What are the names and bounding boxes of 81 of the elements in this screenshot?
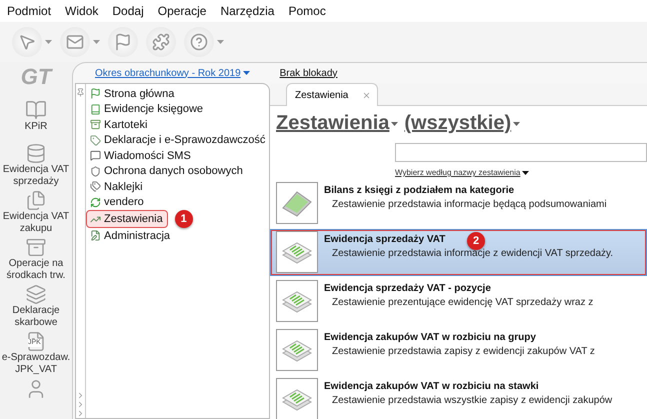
coin-stack-icon <box>25 142 47 164</box>
nav-item[interactable]: Deklaracje i e-Sprawozdawczość <box>87 132 270 148</box>
nav-item[interactable]: Wiadomości SMS <box>87 148 195 164</box>
menu-item[interactable]: Pomoc <box>288 4 326 18</box>
envelope-icon <box>66 33 84 51</box>
nav-item[interactable]: vendero <box>87 194 148 210</box>
caret-icon <box>391 122 398 126</box>
sidebar-item[interactable]: Ewidencja VAT zakupu <box>0 190 72 235</box>
filter-dropdown[interactable]: (wszystkie) <box>404 112 520 135</box>
report-description: Zestawienie przedstawia wszystkie zapisy z ewidencji zakupów <box>331 395 612 406</box>
caret-icon <box>217 40 224 44</box>
report-description: Zestawienie przedstawia zapisy z ewidencji zakupów VAT z <box>331 346 595 357</box>
caret-icon <box>93 40 100 44</box>
toolbar-button[interactable] <box>60 27 100 57</box>
sidebar-label: Deklaracje skarbowe <box>11 304 61 329</box>
layers-icon <box>25 284 47 305</box>
menu-item[interactable]: Widok <box>65 4 98 18</box>
report-title: Ewidencja zakupów VAT w rozbiciu na stawki <box>324 381 539 392</box>
tag-icon <box>90 134 101 146</box>
puzzle-icon <box>152 33 170 51</box>
menu-item[interactable]: Operacje <box>158 4 206 18</box>
sidebar-item[interactable]: Ewidencja VAT sprzedaży <box>0 142 72 188</box>
menu-item[interactable]: Podmiot <box>7 4 52 18</box>
sidebar-label: KPiR <box>24 121 48 134</box>
toolbar-button[interactable] <box>146 27 176 57</box>
nav-item[interactable]: Ochrona danych osobowych <box>87 164 247 179</box>
report-title: Ewidencja zakupów VAT w rozbiciu na grupy <box>324 332 536 343</box>
report-description: Zestawienie przedstawia informacje z ewidencji VAT sprzedaży. <box>331 248 614 259</box>
lock-link[interactable]: Brak blokady <box>280 68 338 78</box>
search-field[interactable] <box>395 143 647 162</box>
category-dropdown[interactable]: Zestawienia <box>276 112 398 135</box>
report-row[interactable]: Ewidencja sprzedaży VAT Zestawienie przedstawia informacje z ewidencji VAT sprzedaży. 2 <box>270 229 647 276</box>
sidebar-item[interactable]: Deklaracje skarbowe <box>0 284 72 329</box>
sidebar-label: Ewidencja VAT zakupu <box>2 210 70 235</box>
report-description: Zestawienie przedstawia informacje będącą podsumowaniami <box>331 199 607 210</box>
close-icon[interactable] <box>362 90 372 100</box>
flag-icon <box>90 88 101 100</box>
sidebar-label: Ewidencja VAT sprzedaży <box>2 164 70 188</box>
book-icon <box>90 104 101 115</box>
sidebar-item[interactable]: Operacje na środkach trw. <box>0 236 72 282</box>
cursor-icon <box>18 33 36 51</box>
toolbar-button[interactable] <box>184 27 224 57</box>
nav-item[interactable]: Naklejki <box>87 179 147 194</box>
tags-icon <box>90 181 101 192</box>
nav-item[interactable]: Strona główna <box>87 86 178 102</box>
message-icon <box>90 150 101 162</box>
cabinet-icon <box>25 236 47 258</box>
sidebar-item[interactable]: KPiR <box>0 99 72 141</box>
period-link[interactable]: Okres obrachunkowy - Rok 2019 <box>95 68 250 78</box>
report-title: Ewidencja sprzedaży VAT <box>324 234 446 245</box>
step-badge: 2 <box>467 232 485 250</box>
caret-icon <box>522 170 530 174</box>
caret-icon <box>242 71 250 75</box>
refresh-icon <box>90 196 101 208</box>
shield-icon <box>90 166 101 177</box>
sort-link[interactable]: Wybierz według nazwy zestawienia <box>395 168 647 177</box>
logo: GT <box>20 64 52 91</box>
book-icon <box>25 99 47 122</box>
sidebar-label: Operacje na środkach trw. <box>6 258 66 282</box>
nav-item[interactable]: Zestawienia <box>87 211 167 227</box>
edit-icon <box>90 230 101 242</box>
help-icon <box>190 33 208 51</box>
sidebar-label: e-Sprawozdaw. JPK_VAT <box>0 352 72 376</box>
tab[interactable]: Zestawienia <box>286 83 378 106</box>
flag-icon <box>114 33 132 51</box>
box-icon <box>90 119 101 130</box>
menu-item[interactable]: Dodaj <box>112 4 144 18</box>
pin-icon[interactable] <box>76 88 85 97</box>
toolbar-button[interactable] <box>108 27 138 57</box>
report-title: Bilans z księgi z podziałem na kategorie <box>324 185 514 196</box>
step-badge: 1 <box>174 210 193 228</box>
menu-item[interactable]: Narzędzia <box>220 4 274 18</box>
nav-item[interactable]: Kartoteki <box>87 117 152 132</box>
report-title: Ewidencja sprzedaży VAT - pozycje <box>324 283 491 294</box>
caret-icon <box>45 40 52 44</box>
report-description: Zestawienie prezentujące ewidencję VAT sprzedaży wraz z <box>331 297 594 308</box>
caret-icon <box>513 122 520 126</box>
nav-item[interactable]: Ewidencje księgowe <box>87 102 208 117</box>
nav-item[interactable]: Administracja <box>87 228 174 244</box>
documents-icon <box>25 190 47 211</box>
toolbar-button[interactable] <box>12 27 52 57</box>
